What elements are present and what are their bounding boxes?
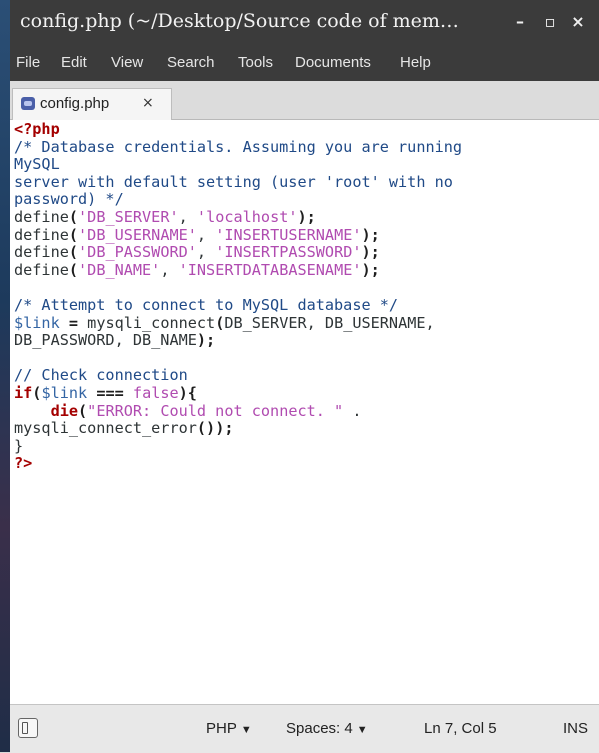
minimize-button[interactable]: –: [508, 9, 532, 35]
code-line: $link = mysqli_connect(DB_SERVER, DB_USE…: [14, 313, 435, 332]
close-button[interactable]: ×: [566, 9, 590, 35]
menu-view[interactable]: View: [111, 54, 143, 71]
code-line: MySQL: [14, 155, 60, 174]
tab-close-icon[interactable]: ×: [142, 95, 154, 111]
code-line: password) */: [14, 190, 124, 209]
menu-file[interactable]: File: [16, 54, 40, 71]
menu-bar: File Edit View Search Tools Documents He…: [10, 45, 599, 81]
title-bar[interactable]: config.php (~/Desktop/Source code of mem…: [10, 0, 599, 45]
code-line: DB_PASSWORD, DB_NAME);: [14, 331, 216, 350]
menu-tools[interactable]: Tools: [238, 54, 273, 71]
code-line: /* Attempt to connect to MySQL database …: [14, 295, 399, 314]
code-line: server with default setting (user 'root'…: [14, 172, 453, 191]
gedit-window: config.php (~/Desktop/Source code of mem…: [10, 0, 599, 753]
insert-mode[interactable]: INS: [563, 720, 588, 737]
chevron-down-icon: ▼: [356, 724, 368, 736]
menu-edit[interactable]: Edit: [61, 54, 87, 71]
code-line: define('DB_NAME', 'INSERTDATABASENAME');: [14, 260, 380, 279]
tab-bar: config.php ×: [10, 81, 599, 120]
menu-search[interactable]: Search: [167, 54, 215, 71]
code-line: define('DB_PASSWORD', 'INSERTPASSWORD');: [14, 243, 380, 262]
language-selector[interactable]: PHP ▼: [206, 720, 252, 737]
code-editor[interactable]: <?php /* Database credentials. Assuming …: [10, 120, 599, 704]
code-line: if($link === false){: [14, 383, 197, 402]
window-title: config.php (~/Desktop/Source code of mem…: [20, 10, 459, 32]
menu-documents[interactable]: Documents: [295, 54, 371, 71]
maximize-button[interactable]: ▫: [538, 9, 562, 35]
code-line: die("ERROR: Could not connect. " .: [50, 401, 362, 420]
tab-label: config.php: [40, 95, 110, 112]
chevron-down-icon: ▼: [240, 724, 252, 736]
menu-help[interactable]: Help: [400, 54, 431, 71]
cursor-position[interactable]: Ln 7, Col 5: [424, 720, 497, 737]
status-bar: PHP ▼ Spaces: 4 ▼ Ln 7, Col 5 INS: [10, 704, 599, 753]
code-line: ?>: [14, 454, 33, 473]
code-line: }: [14, 436, 24, 455]
code-line: mysqli_connect_error());: [14, 419, 234, 438]
code-line: // Check connection: [14, 366, 188, 385]
code-text: <?php /* Database credentials. Assuming …: [14, 120, 463, 473]
code-line: define('DB_USERNAME', 'INSERTUSERNAME');: [14, 225, 380, 244]
indent-selector[interactable]: Spaces: 4 ▼: [286, 720, 368, 737]
side-panel-toggle-icon[interactable]: [18, 718, 38, 738]
code-line: define('DB_SERVER', 'localhost');: [14, 207, 316, 226]
php-file-icon: [21, 97, 35, 110]
tab-config-php[interactable]: config.php ×: [12, 88, 172, 120]
desktop-background: [0, 0, 10, 752]
code-line: <?php: [14, 120, 60, 138]
code-line: /* Database credentials. Assuming you ar…: [14, 137, 463, 156]
